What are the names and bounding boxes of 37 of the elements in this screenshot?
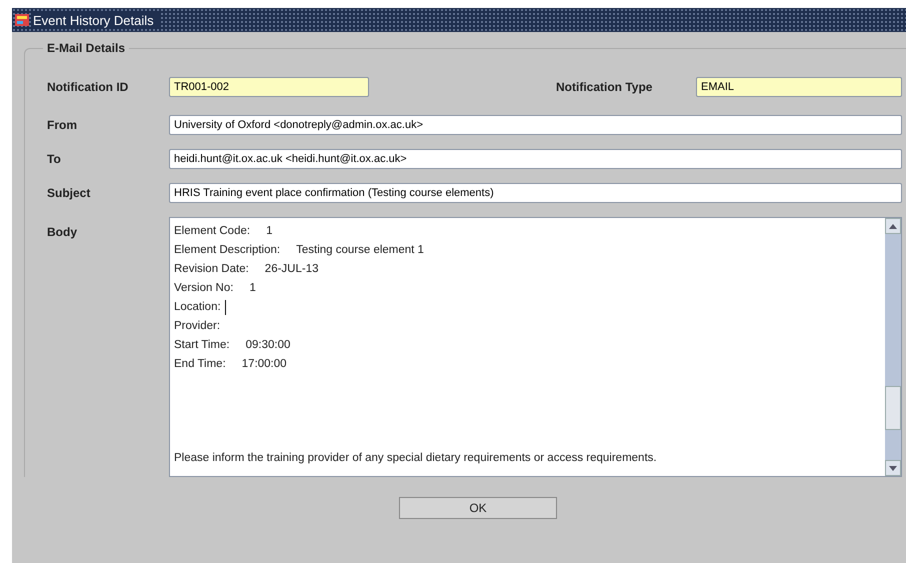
field-label: To [47,152,62,166]
text-field[interactable]: HRIS Training event place confirmation (Testing course elements) [169,183,902,203]
body-line-label: Element Code: [174,224,250,239]
body-text-area[interactable] [169,217,902,477]
group-title: E-Mail Details [43,41,130,55]
body-line-value: 17:00:00 [242,357,287,372]
field-label: Notification ID [47,80,130,94]
notification-type-field[interactable]: EMAIL [696,77,902,97]
body-line-value: 09:30:00 [246,338,290,353]
scroll-thumb[interactable] [885,386,901,430]
body-line-value: 1 [266,224,272,239]
notification-id-field[interactable]: TR001-002 [169,77,369,97]
down-arrow-icon [889,466,897,470]
scroll-down-button[interactable] [885,460,901,476]
up-arrow-icon [889,224,897,228]
window-title: Event History Details [33,12,160,28]
body-line-label: End Time: [174,357,226,372]
text-field[interactable]: University of Oxford <donotreply@admin.ox.ac.uk> [169,115,902,135]
body-line-label: Version No: [174,281,234,296]
body-line-label: Start Time: [174,338,230,353]
body-line-value: 26-JUL-13 [264,262,318,277]
app-icon [14,12,30,28]
field-label: Subject [47,186,92,200]
ok-button[interactable]: OK [399,497,557,519]
body-line-label: Provider: [174,319,220,334]
body-line-label: Location: [174,300,221,315]
field-label: Notification Type [556,80,654,94]
scrollbar[interactable] [885,218,901,476]
body-line-value: 1 [249,281,256,296]
text-field[interactable]: heidi.hunt@it.ox.ac.uk <heidi.hunt@it.ox.ac.uk> [169,149,902,169]
body-line-value: Testing course element 1 [296,243,424,258]
body-line-label: Revision Date: [174,262,249,277]
body-line-label: Element Description: [174,243,280,258]
field-label: Body [47,225,78,239]
scroll-up-button[interactable] [885,218,901,234]
body-paragraph: Please inform the training provider of any special dietary requirements or access requirements. [174,452,658,464]
field-label: From [47,118,78,132]
